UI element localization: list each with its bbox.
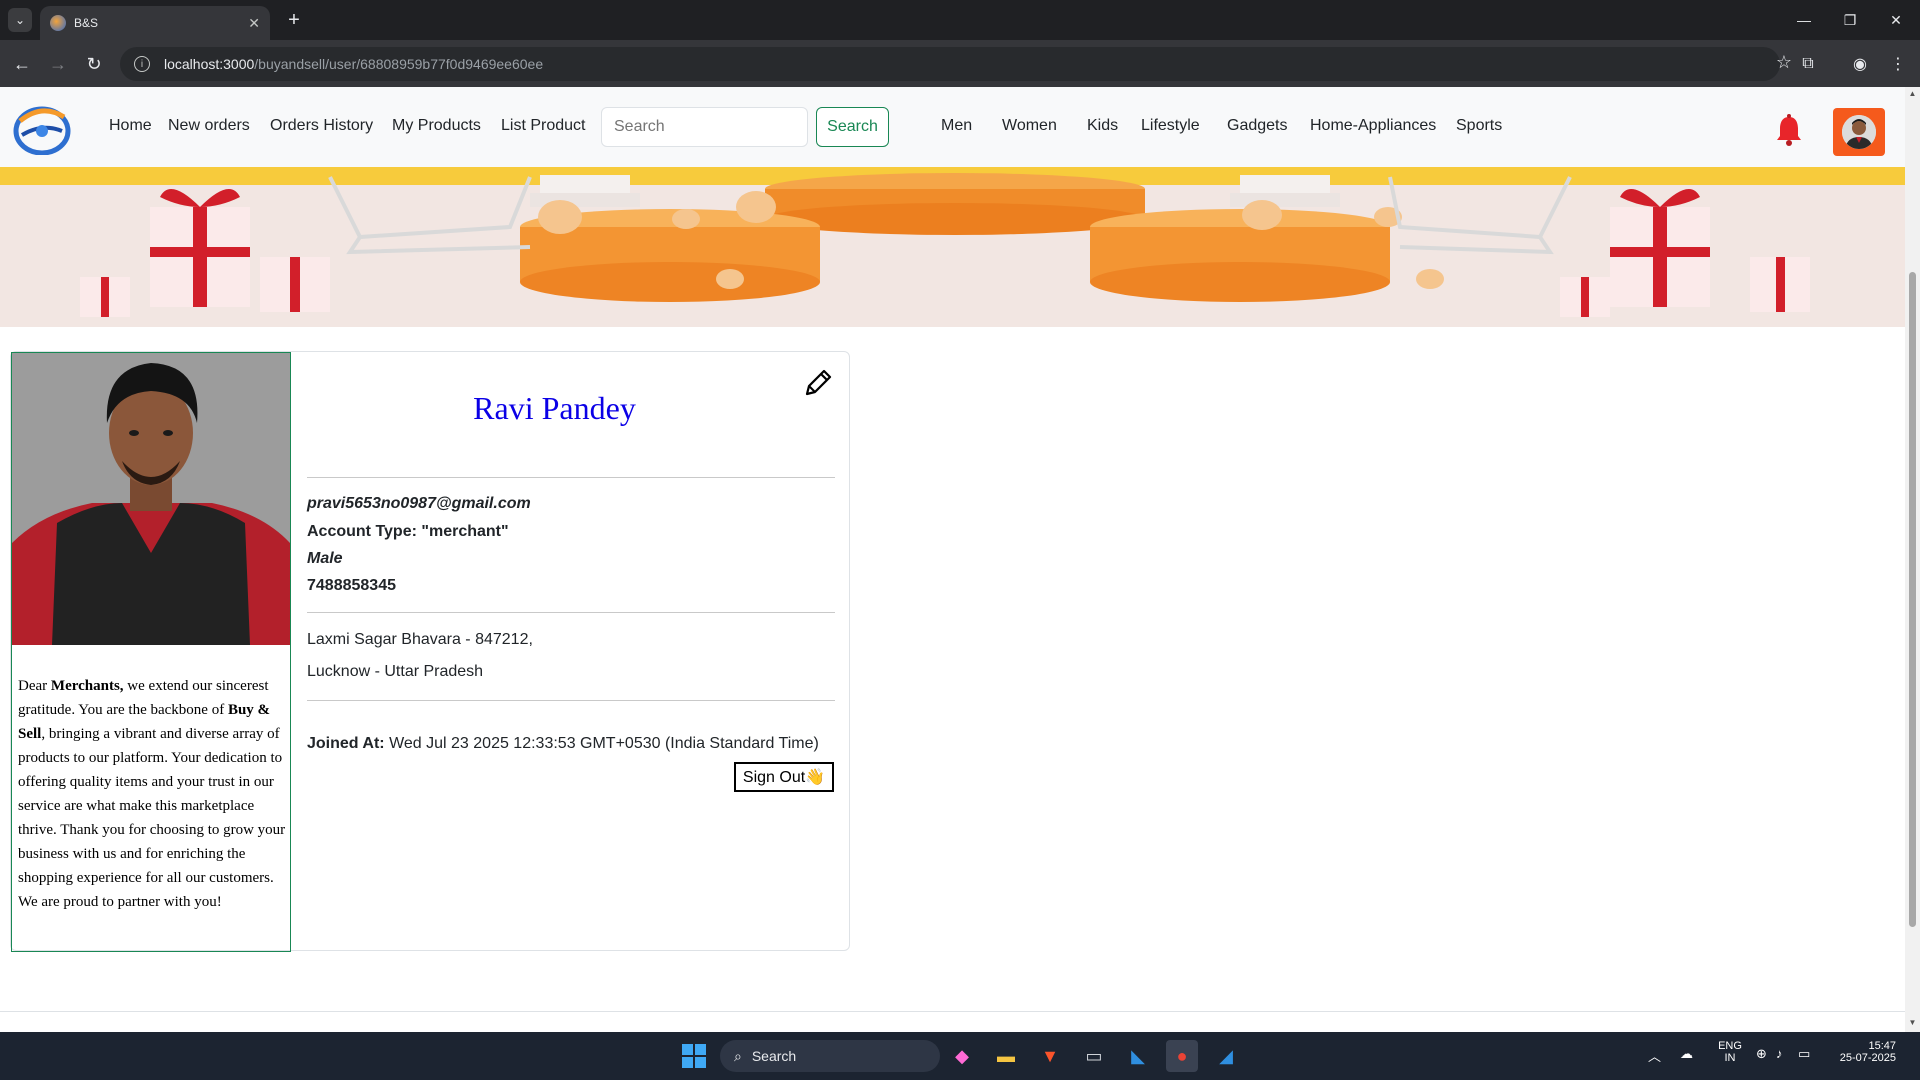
user-avatar-button[interactable]: [1833, 108, 1885, 156]
thanks-text-part: , bringing a vibrant and diverse array o…: [18, 726, 286, 910]
terminal-icon[interactable]: ▭: [1078, 1040, 1110, 1072]
region-code: IN: [1724, 1052, 1736, 1064]
brave-browser-icon[interactable]: ▼: [1034, 1040, 1066, 1072]
onedrive-offline-icon[interactable]: ☁: [1680, 1046, 1693, 1062]
browser-tab[interactable]: B&S ✕: [40, 6, 270, 40]
search-icon: ⌕: [734, 1047, 742, 1064]
input-language[interactable]: ENG IN: [1716, 1040, 1744, 1064]
category-men[interactable]: Men: [941, 117, 972, 135]
category-lifestyle[interactable]: Lifestyle: [1141, 117, 1200, 135]
edit-pencil-icon[interactable]: [801, 366, 835, 400]
profile-left-column: Dear Merchants, we extend our sincerest …: [11, 352, 291, 952]
browser-menu-icon[interactable]: ⋮: [1886, 52, 1910, 76]
url-path: /buyandsell/user/68808959b77f0d9469ee60e…: [254, 56, 544, 72]
bookmark-star-icon[interactable]: ☆: [1776, 52, 1792, 73]
thanks-text-part: Dear: [18, 678, 51, 694]
minimize-button[interactable]: —: [1784, 6, 1824, 34]
browser-tabstrip: ⌄ B&S ✕ + — ❐ ✕: [0, 0, 1920, 40]
copilot-icon[interactable]: ◆: [946, 1040, 978, 1072]
nav-link-home[interactable]: Home: [109, 117, 152, 135]
scroll-thumb[interactable]: [1909, 272, 1916, 927]
extensions-icon[interactable]: ⧉: [1796, 52, 1820, 76]
url-host: localhost:3000: [164, 56, 255, 72]
taskbar-search-label: Search: [751, 1048, 797, 1064]
scroll-down-arrow-icon[interactable]: ▼: [1908, 1018, 1917, 1027]
tab-search-menu-button[interactable]: ⌄: [8, 8, 32, 32]
nav-link-list-product[interactable]: List Product: [501, 117, 585, 135]
category-women[interactable]: Women: [1002, 117, 1057, 135]
account-type: Account Type: "merchant": [307, 523, 509, 540]
profile-card: Dear Merchants, we extend our sincerest …: [10, 351, 850, 952]
notification-bell-icon[interactable]: [1772, 113, 1806, 147]
site-logo-icon[interactable]: [12, 101, 72, 155]
site-info-icon[interactable]: i: [134, 56, 150, 72]
tab-close-icon[interactable]: ✕: [248, 15, 260, 32]
user-phone: 7488858345: [307, 577, 396, 594]
vscode-icon[interactable]: ◣: [1122, 1040, 1154, 1072]
avatar: [1842, 115, 1876, 149]
joined-label: Joined At:: [307, 735, 385, 752]
address-bar[interactable]: i localhost:3000/buyandsell/user/6880895…: [120, 47, 1780, 81]
clock[interactable]: 15:47 25-07-2025: [1832, 1040, 1896, 1064]
nav-link-new-orders[interactable]: New orders: [168, 117, 250, 135]
network-icon[interactable]: ⊕: [1756, 1046, 1767, 1062]
user-name-heading: Ravi Pandey: [473, 390, 636, 426]
tab-title: B&S: [74, 16, 99, 30]
file-explorer-icon[interactable]: ▬: [990, 1040, 1022, 1072]
close-window-button[interactable]: ✕: [1876, 6, 1916, 34]
windows-taskbar: ⌕ Search ◆ ▬ ▼ ▭ ◣ ● ◢ ︿ ☁ ENG IN ⊕ ♪ ▭ …: [0, 1032, 1920, 1080]
address-line-2: Lucknow - Uttar Pradesh: [307, 663, 484, 680]
search-input[interactable]: [601, 107, 808, 147]
footer-divider: [0, 1011, 1905, 1012]
category-home-appliances[interactable]: Home-Appliances: [1310, 117, 1436, 135]
profile-details: Ravi Pandey pravi5653no0987@gmail.com Ac…: [307, 352, 837, 952]
back-button[interactable]: ←: [8, 50, 36, 78]
promo-banner-image: [0, 167, 1905, 327]
joined-at: Joined At: Wed Jul 23 2025 12:33:53 GMT+…: [307, 735, 819, 753]
windows-start-icon[interactable]: [678, 1040, 710, 1072]
taskbar-search-box[interactable]: ⌕ Search: [720, 1040, 940, 1072]
nav-link-orders-history[interactable]: Orders History: [270, 117, 373, 135]
clock-date: 25-07-2025: [1839, 1052, 1896, 1064]
scroll-up-arrow-icon[interactable]: ▲: [1908, 89, 1917, 98]
joined-value: Wed Jul 23 2025 12:33:53 GMT+0530 (India…: [384, 735, 819, 752]
language-code: ENG: [1718, 1040, 1742, 1052]
battery-icon[interactable]: ▭: [1798, 1046, 1810, 1062]
address-line-1: Laxmi Sagar Bhavara - 847212,: [307, 631, 533, 648]
nav-link-my-products[interactable]: My Products: [392, 117, 481, 135]
user-gender: Male: [307, 550, 343, 567]
volume-icon[interactable]: ♪: [1776, 1046, 1783, 1061]
reload-button[interactable]: ↻: [80, 50, 108, 78]
category-kids[interactable]: Kids: [1087, 117, 1118, 135]
chrome-icon[interactable]: ●: [1166, 1040, 1198, 1072]
site-favicon-icon: [50, 15, 66, 31]
forward-button[interactable]: →: [44, 50, 72, 78]
clock-time: 15:47: [1868, 1040, 1896, 1052]
sign-out-button[interactable]: Sign Out👋: [734, 762, 834, 792]
divider: [307, 612, 835, 613]
show-hidden-icons-icon[interactable]: ︿: [1648, 1046, 1661, 1065]
search-button[interactable]: Search: [816, 107, 889, 147]
page-viewport: Home New orders Orders History My Produc…: [0, 87, 1905, 1032]
category-sports[interactable]: Sports: [1456, 117, 1502, 135]
site-navbar: Home New orders Orders History My Produc…: [0, 87, 1905, 167]
profile-photo: [12, 353, 290, 645]
azure-data-studio-icon[interactable]: ◢: [1210, 1040, 1242, 1072]
profile-icon[interactable]: ◉: [1848, 52, 1872, 76]
thanks-text-bold: Merchants,: [50, 678, 124, 694]
divider: [307, 700, 835, 701]
restore-button[interactable]: ❐: [1830, 6, 1870, 34]
page-scrollbar[interactable]: ▲ ▼: [1905, 87, 1920, 1032]
divider: [307, 477, 835, 478]
browser-toolbar: ← → ↻ i localhost:3000/buyandsell/user/6…: [0, 40, 1920, 87]
user-email: pravi5653no0987@gmail.com: [307, 495, 531, 512]
category-gadgets[interactable]: Gadgets: [1227, 117, 1287, 135]
merchant-thanks-message: Dear Merchants, we extend our sincerest …: [18, 674, 290, 914]
new-tab-button[interactable]: +: [282, 8, 306, 32]
